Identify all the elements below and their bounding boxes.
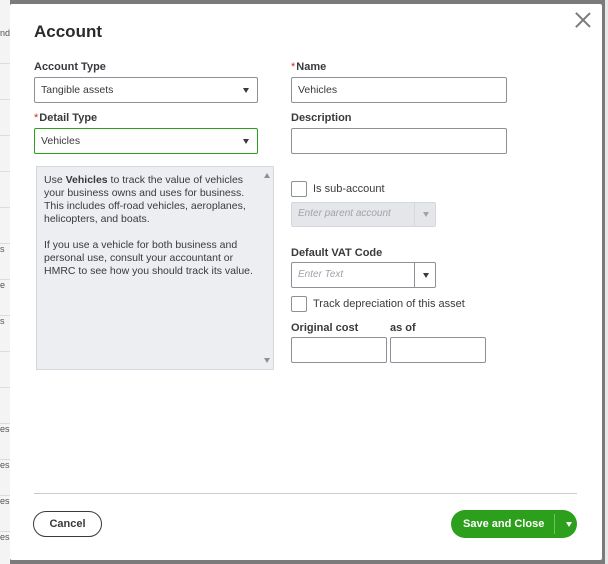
- vat-code-combo[interactable]: Enter Text: [291, 262, 436, 288]
- detail-type-description-panel[interactable]: Use Vehicles to track the value of vehic…: [36, 166, 274, 370]
- background-row: [0, 352, 10, 388]
- description-bold: Vehicles: [65, 174, 108, 186]
- background-row: [0, 64, 10, 100]
- sub-account-checkbox[interactable]: [291, 181, 307, 197]
- original-cost-input[interactable]: [291, 337, 387, 363]
- description-text: Use: [44, 174, 66, 186]
- background-row: e: [0, 280, 10, 316]
- description-input[interactable]: [291, 128, 507, 154]
- button-divider: [554, 514, 555, 534]
- background-row: [0, 136, 10, 172]
- required-asterisk: *: [291, 61, 296, 73]
- background-row: es: [0, 496, 10, 532]
- close-icon[interactable]: [574, 11, 592, 29]
- name-value: Vehicles: [298, 84, 338, 96]
- background-row: [0, 100, 10, 136]
- name-label-text: Name: [296, 61, 327, 73]
- detail-type-value: Vehicles: [41, 135, 81, 147]
- save-and-close-label: Save and Close: [463, 518, 545, 530]
- save-and-close-button[interactable]: Save and Close: [451, 510, 577, 538]
- save-options-dropdown[interactable]: [561, 510, 577, 538]
- footer-divider: [34, 493, 577, 494]
- description-paragraph: If you use a vehicle for both business a…: [44, 239, 253, 277]
- account-type-select[interactable]: Tangible assets: [34, 77, 258, 103]
- background-row: s: [0, 244, 10, 280]
- track-depreciation-label: Track depreciation of this asset: [313, 298, 465, 310]
- background-page-strip: nd s e s es es es es: [0, 0, 10, 564]
- account-dialog: Account Account Type Tangible assets *De…: [10, 4, 602, 560]
- background-row: [0, 172, 10, 208]
- detail-type-label: *Detail Type: [34, 112, 97, 124]
- required-asterisk: *: [34, 112, 39, 124]
- name-label: *Name: [291, 61, 326, 73]
- background-row: es: [0, 460, 10, 496]
- detail-type-select[interactable]: Vehicles: [34, 128, 258, 154]
- background-row: [0, 208, 10, 244]
- account-type-value: Tangible assets: [41, 84, 114, 96]
- combo-separator: [414, 203, 415, 226]
- as-of-date-input[interactable]: [390, 337, 486, 363]
- background-row: s: [0, 316, 10, 352]
- dialog-title: Account: [34, 22, 102, 41]
- chevron-down-icon[interactable]: [423, 273, 429, 278]
- account-type-label: Account Type: [34, 61, 106, 73]
- vat-code-label: Default VAT Code: [291, 247, 383, 259]
- background-row: es: [0, 424, 10, 460]
- name-input[interactable]: Vehicles: [291, 77, 507, 103]
- scroll-up-icon[interactable]: [264, 173, 270, 178]
- as-of-label: as of: [390, 322, 416, 334]
- combo-separator: [414, 263, 415, 287]
- background-row: nd: [0, 28, 10, 64]
- detail-type-label-text: Detail Type: [39, 112, 98, 124]
- chevron-down-icon: [423, 212, 429, 217]
- background-row: es: [0, 532, 10, 564]
- parent-account-combo: Enter parent account: [291, 202, 436, 227]
- background-row: [0, 388, 10, 424]
- chevron-down-icon: [243, 88, 249, 93]
- cancel-button[interactable]: Cancel: [33, 511, 102, 537]
- track-depreciation-checkbox[interactable]: [291, 296, 307, 312]
- scroll-down-icon[interactable]: [264, 358, 270, 363]
- parent-account-placeholder: Enter parent account: [298, 208, 391, 219]
- detail-type-description-text: Use Vehicles to track the value of vehic…: [44, 174, 254, 291]
- sub-account-label: Is sub-account: [313, 183, 385, 195]
- chevron-down-icon: [566, 522, 572, 527]
- chevron-down-icon: [243, 139, 249, 144]
- original-cost-label: Original cost: [291, 322, 359, 334]
- description-label: Description: [291, 112, 352, 124]
- vat-code-placeholder: Enter Text: [298, 269, 344, 280]
